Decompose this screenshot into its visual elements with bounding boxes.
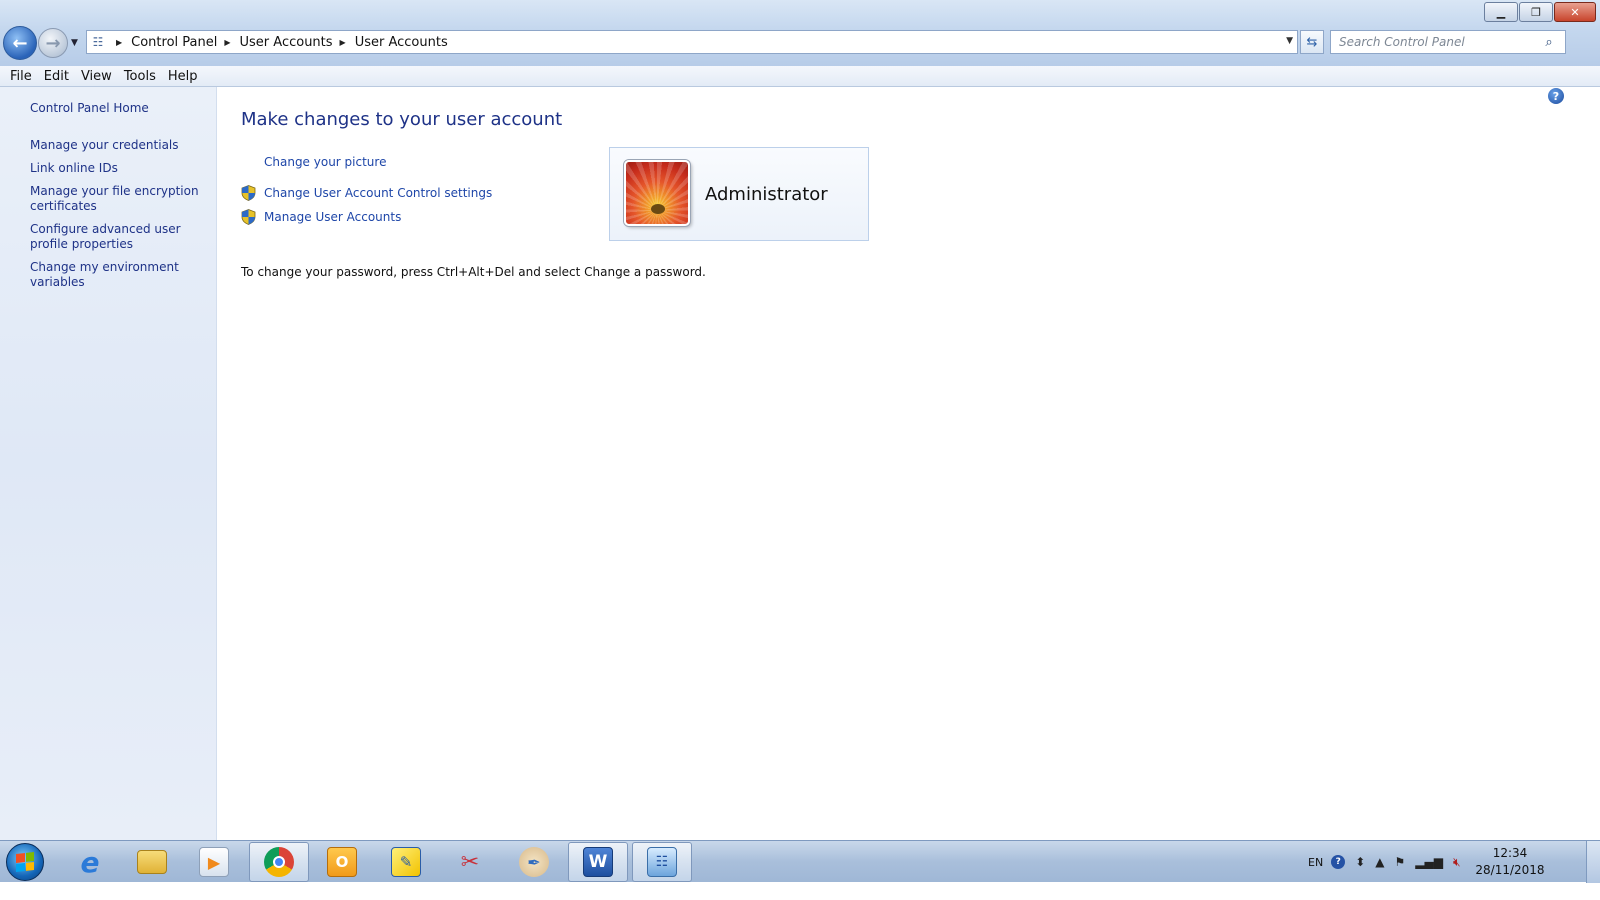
breadcrumb-user-accounts-current[interactable]: User Accounts [355,35,448,50]
breadcrumb-user-accounts[interactable]: User Accounts [240,35,333,50]
outlook-icon: O [327,847,357,877]
snipping-tool-icon: ✂ [460,849,480,875]
change-picture-link[interactable]: Change your picture [264,155,386,169]
forward-arrow-icon: → [45,32,61,54]
page-title: Make changes to your user account [241,109,563,130]
menu-edit[interactable]: Edit [38,69,75,84]
close-icon: ✕ [1570,5,1580,19]
taskbar-file-explorer[interactable] [122,842,182,882]
uac-shield-icon [241,185,256,201]
taskbar-media-player[interactable]: ▶ [184,842,244,882]
menu-help[interactable]: Help [162,69,204,84]
forward-button[interactable]: → [38,28,68,58]
back-button[interactable]: ← [3,26,37,60]
refresh-button[interactable]: ⇆ [1300,30,1324,54]
taskbar-outlook[interactable]: O [312,842,372,882]
taskbar: e ▶ O ✎ ✂ ✒ W ☷ EN ? ⬍ ▲ ⚑ ▂▄▆ 🔇︎ 12:34 … [0,840,1600,883]
show-hidden-icons-icon[interactable]: ▲ [1375,855,1384,869]
address-bar[interactable]: ☷ ▶ Control Panel ▶ User Accounts ▶ User… [86,30,1298,54]
uac-shield-icon [241,209,256,225]
taskbar-sticky-notes[interactable]: ✎ [376,842,436,882]
account-name: Administrator [705,184,828,205]
search-input[interactable] [1331,35,1537,49]
back-arrow-icon: ← [12,32,28,54]
minimize-button[interactable]: ▁ [1484,2,1518,22]
uac-settings-link[interactable]: Change User Account Control settings [241,185,492,201]
control-panel-home-link[interactable]: Control Panel Home [30,101,149,115]
clock-date: 28/11/2018 [1475,863,1545,877]
language-indicator[interactable]: EN [1308,856,1323,869]
manage-user-accounts-link[interactable]: Manage User Accounts [241,209,401,225]
sidebar-link-encryption-certificates[interactable]: Manage your file encryption certificates [30,184,214,214]
clock-time: 12:34 [1492,846,1528,860]
system-tray: EN ? ⬍ ▲ ⚑ ▂▄▆ 🔇︎ [1300,841,1461,883]
sticky-notes-icon: ✎ [391,847,421,877]
restore-icon: ❐ [1531,5,1541,19]
password-instructions: To change your password, press Ctrl+Alt+… [241,265,706,279]
taskbar-snipping-tool[interactable]: ✂ [440,842,500,882]
sidebar-link-credentials[interactable]: Manage your credentials [30,138,214,153]
taskbar-clock[interactable]: 12:34 28/11/2018 [1470,845,1550,879]
internet-explorer-icon: e [80,845,100,879]
flower-petals-icon [626,162,688,224]
chrome-icon [264,847,294,877]
taskbar-internet-explorer[interactable]: e [60,842,120,882]
paint-icon: ✒ [519,847,549,877]
sidebar-link-environment-variables[interactable]: Change my environment variables [30,260,214,290]
taskbar-paint[interactable]: ✒ [504,842,564,882]
start-button[interactable] [6,843,44,881]
taskbar-chrome[interactable] [249,842,309,882]
sidebar-links: Manage your credentials Link online IDs … [30,138,214,298]
sidebar-link-user-profile[interactable]: Configure advanced user profile properti… [30,222,214,252]
account-avatar [624,160,690,226]
breadcrumb-separator-icon[interactable]: ▶ [224,38,230,47]
task-label: Change your picture [264,155,387,169]
control-panel-icon: ☷ [92,35,104,49]
breadcrumb-separator-icon[interactable]: ▶ [116,38,122,47]
search-icon[interactable]: ⌕ [1537,35,1561,50]
breadcrumb-separator-icon[interactable]: ▶ [340,38,346,47]
menu-tools[interactable]: Tools [118,69,162,84]
recent-pages-dropdown[interactable]: ▼ [71,38,78,48]
account-tile: Administrator [609,147,869,241]
sidebar: Control Panel Home Manage your credentia… [0,87,217,840]
show-desktop-button[interactable] [1586,841,1600,883]
address-dropdown-icon[interactable]: ▼ [1286,36,1293,46]
menu-bar: File Edit View Tools Help [0,66,1600,87]
restore-button[interactable]: ❐ [1519,2,1553,22]
window-titlebar: ▁ ❐ ✕ ← → ▼ ☷ ▶ Control Panel ▶ User Acc… [0,0,1600,66]
taskbar-word[interactable]: W [568,842,628,882]
file-explorer-icon [137,850,167,874]
help-button[interactable]: ? [1548,88,1564,104]
media-player-icon: ▶ [199,847,229,877]
task-label: Manage User Accounts [264,210,402,224]
refresh-icon: ⇆ [1306,34,1318,50]
close-button[interactable]: ✕ [1554,2,1596,22]
volume-muted-icon[interactable]: 🔇︎ [1453,855,1461,870]
flower-center-icon [651,204,665,214]
help-icon: ? [1552,89,1560,103]
breadcrumb-control-panel[interactable]: Control Panel [131,35,217,50]
word-icon: W [583,847,613,877]
sidebar-link-online-ids[interactable]: Link online IDs [30,161,214,176]
minimize-icon: ▁ [1496,5,1506,19]
network-signal-icon[interactable]: ▂▄▆ [1415,855,1443,869]
windows-logo-icon [16,852,34,872]
menu-view[interactable]: View [75,69,118,84]
help-tray-icon[interactable]: ? [1331,855,1346,869]
search-box[interactable]: ⌕ [1330,30,1566,54]
control-panel-icon: ☷ [647,847,677,877]
window-controls: ▁ ❐ ✕ [1484,2,1596,22]
action-center-flag-icon[interactable]: ⚑ [1394,855,1405,869]
taskbar-control-panel[interactable]: ☷ [632,842,692,882]
task-label: Change User Account Control settings [264,186,493,200]
network-monitor-icon[interactable]: ⬍ [1355,855,1365,869]
menu-file[interactable]: File [4,69,38,84]
